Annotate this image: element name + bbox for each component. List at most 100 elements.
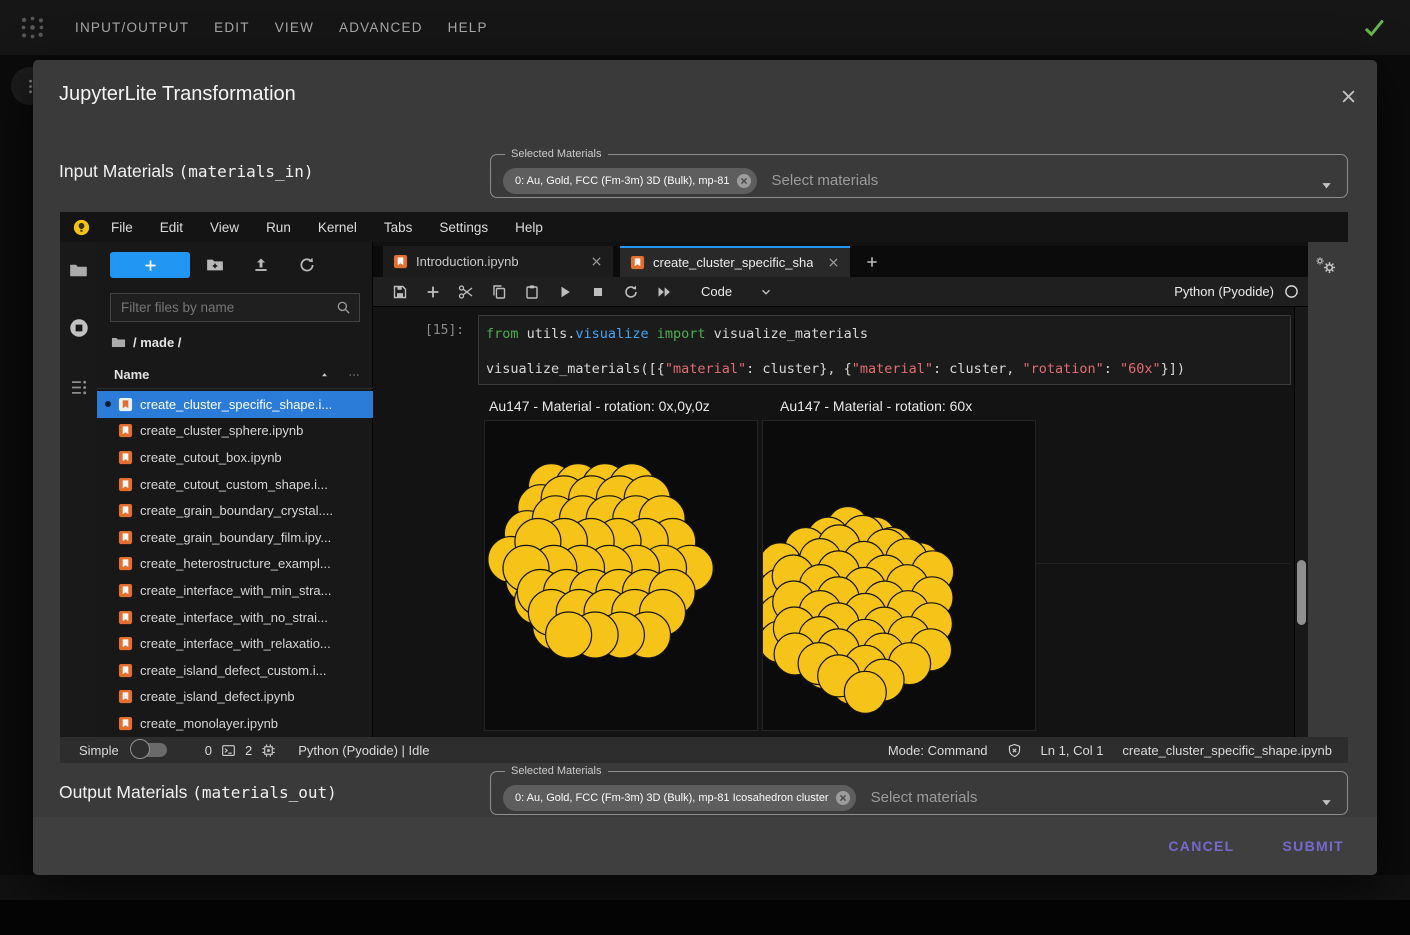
- file-item[interactable]: create_interface_with_min_stra...: [97, 577, 373, 604]
- cursor-position[interactable]: Ln 1, Col 1: [1041, 743, 1104, 758]
- close-icon[interactable]: [1339, 87, 1358, 106]
- cut-icon[interactable]: [457, 284, 475, 300]
- chip-remove-icon[interactable]: [736, 173, 752, 189]
- run-icon[interactable]: [556, 284, 574, 300]
- select-materials-placeholder: Select materials: [772, 172, 879, 189]
- breadcrumb-path[interactable]: / made /: [133, 335, 181, 350]
- app-menu-bar: INPUT/OUTPUT EDIT VIEW ADVANCED HELP: [0, 0, 1410, 55]
- jupyter-menu-file[interactable]: File: [111, 220, 133, 235]
- notebook-file-icon: [630, 255, 645, 270]
- file-item[interactable]: create_heterostructure_exampl...: [97, 551, 373, 578]
- output-axis-line: [1036, 563, 1290, 564]
- notebook-tab[interactable]: Introduction.ipynb: [383, 246, 613, 277]
- input-materials-select[interactable]: Selected Materials 0: Au, Gold, FCC (Fm-…: [490, 148, 1348, 198]
- file-item[interactable]: create_monolayer.ipynb: [97, 710, 373, 737]
- cell-type-caret-icon[interactable]: [759, 285, 773, 299]
- file-item[interactable]: create_grain_boundary_crystal....: [97, 497, 373, 524]
- input-materials-field[interactable]: 0: Au, Gold, FCC (Fm-3m) 3D (Bulk), mp-8…: [491, 164, 1305, 197]
- stop-icon[interactable]: [589, 284, 607, 300]
- close-tab-icon[interactable]: [827, 256, 840, 269]
- save-icon[interactable]: [391, 284, 409, 300]
- file-name: create_island_defect_custom.i...: [140, 663, 326, 678]
- material-chip[interactable]: 0: Au, Gold, FCC (Fm-3m) 3D (Bulk), mp-8…: [503, 785, 856, 811]
- jupyter-menu-edit[interactable]: Edit: [160, 220, 183, 235]
- kernel-status-text[interactable]: Python (Pyodide) | Idle: [298, 743, 429, 758]
- file-item[interactable]: create_island_defect.ipynb: [97, 684, 373, 711]
- app-menu-item[interactable]: ADVANCED: [339, 20, 423, 35]
- command-mode-indicator[interactable]: Mode: Command: [888, 743, 988, 758]
- file-list-header[interactable]: Name: [97, 362, 373, 389]
- shield-x-icon[interactable]: [1007, 743, 1022, 758]
- paste-icon[interactable]: [523, 284, 541, 300]
- jupyter-menu-tabs[interactable]: Tabs: [384, 220, 413, 235]
- simple-mode-toggle[interactable]: [131, 743, 167, 757]
- jupyter-menu-view[interactable]: View: [210, 220, 239, 235]
- kernels-count[interactable]: 2: [245, 743, 252, 758]
- output-materials-field[interactable]: 0: Au, Gold, FCC (Fm-3m) 3D (Bulk), mp-8…: [491, 781, 1305, 814]
- file-item[interactable]: create_grain_boundary_film.ipy...: [97, 524, 373, 551]
- material-chip[interactable]: 0: Au, Gold, FCC (Fm-3m) 3D (Bulk), mp-8…: [503, 168, 757, 194]
- submit-button[interactable]: SUBMIT: [1283, 838, 1344, 854]
- file-item[interactable]: create_cluster_sphere.ipynb: [97, 418, 373, 445]
- new-tab-icon[interactable]: [860, 251, 884, 273]
- app-menus: INPUT/OUTPUT EDIT VIEW ADVANCED HELP: [75, 0, 488, 55]
- jupyter-menu-kernel[interactable]: Kernel: [318, 220, 357, 235]
- name-column-header[interactable]: Name: [114, 367, 149, 382]
- file-name: create_monolayer.ipynb: [140, 716, 278, 731]
- active-file-name[interactable]: create_cluster_specific_shape.ipynb: [1122, 743, 1332, 758]
- check-icon[interactable]: [1361, 14, 1387, 40]
- file-item[interactable]: create_cutout_box.ipynb: [97, 444, 373, 471]
- open-file-dot: [105, 694, 111, 700]
- scrollbar-thumb[interactable]: [1297, 560, 1306, 625]
- jupyter-menu-settings[interactable]: Settings: [439, 220, 488, 235]
- filter-files-input[interactable]: [111, 300, 336, 315]
- file-name: create_interface_with_relaxatio...: [140, 636, 331, 651]
- notebook-file-icon: [118, 636, 133, 651]
- copy-icon[interactable]: [490, 284, 508, 300]
- app-menu-item[interactable]: VIEW: [275, 20, 314, 35]
- jupyter-menu-run[interactable]: Run: [266, 220, 291, 235]
- file-item[interactable]: create_interface_with_relaxatio...: [97, 630, 373, 657]
- sort-ascending-icon[interactable]: [319, 370, 330, 381]
- upload-icon[interactable]: [252, 256, 270, 274]
- chevron-down-icon[interactable]: [1319, 795, 1334, 810]
- cell-type-dropdown[interactable]: Code: [701, 284, 732, 299]
- chip-remove-icon[interactable]: [835, 790, 851, 806]
- run-all-icon[interactable]: [655, 284, 673, 300]
- new-launcher-button[interactable]: [110, 252, 190, 278]
- restart-icon[interactable]: [622, 284, 640, 300]
- file-item[interactable]: create_cutout_custom_shape.i...: [97, 471, 373, 498]
- add-cell-icon[interactable]: [424, 284, 442, 300]
- output-materials-select[interactable]: Selected Materials 0: Au, Gold, FCC (Fm-…: [490, 765, 1348, 815]
- chevron-down-icon[interactable]: [1319, 178, 1334, 193]
- toggle-knob[interactable]: [130, 739, 150, 759]
- table-of-contents-icon[interactable]: [69, 378, 88, 397]
- notebook-tab[interactable]: create_cluster_specific_sha: [620, 246, 850, 277]
- home-folder-icon[interactable]: [111, 335, 126, 350]
- file-item[interactable]: create_interface_with_no_strai...: [97, 604, 373, 631]
- terminals-count[interactable]: 0: [205, 743, 212, 758]
- close-tab-icon[interactable]: [590, 255, 603, 268]
- app-menu-item[interactable]: HELP: [448, 20, 488, 35]
- kernel-name[interactable]: Python (Pyodide): [1174, 284, 1274, 299]
- app-menu-item[interactable]: EDIT: [214, 20, 250, 35]
- output-title-left: Au147 - Material - rotation: 0x,0y,0z: [489, 398, 710, 414]
- refresh-icon[interactable]: [298, 256, 316, 274]
- kernel-status-icon[interactable]: [1284, 284, 1299, 299]
- code-cell[interactable]: from utils.visualize import visualize_ma…: [478, 315, 1291, 385]
- notebook-scrollbar[interactable]: [1294, 307, 1308, 737]
- file-item[interactable]: create_cluster_specific_shape.i...: [97, 391, 373, 418]
- jupyter-menu-help[interactable]: Help: [515, 220, 543, 235]
- file-item[interactable]: create_island_defect_custom.i...: [97, 657, 373, 684]
- new-folder-icon[interactable]: [206, 256, 224, 274]
- terminal-icon[interactable]: [221, 743, 236, 758]
- kernel-chip-icon[interactable]: [261, 743, 276, 758]
- running-sessions-icon[interactable]: [69, 318, 89, 338]
- jupyter-menus: File Edit View Run Kernel Tabs Settings Help: [111, 220, 543, 235]
- kernel-indicator[interactable]: Python (Pyodide): [1174, 284, 1308, 299]
- notebook-file-icon: [118, 663, 133, 678]
- file-browser-icon[interactable]: [69, 261, 88, 280]
- cancel-button[interactable]: CANCEL: [1168, 838, 1234, 854]
- app-menu-item[interactable]: INPUT/OUTPUT: [75, 20, 189, 35]
- settings-gears-icon[interactable]: [1315, 256, 1337, 275]
